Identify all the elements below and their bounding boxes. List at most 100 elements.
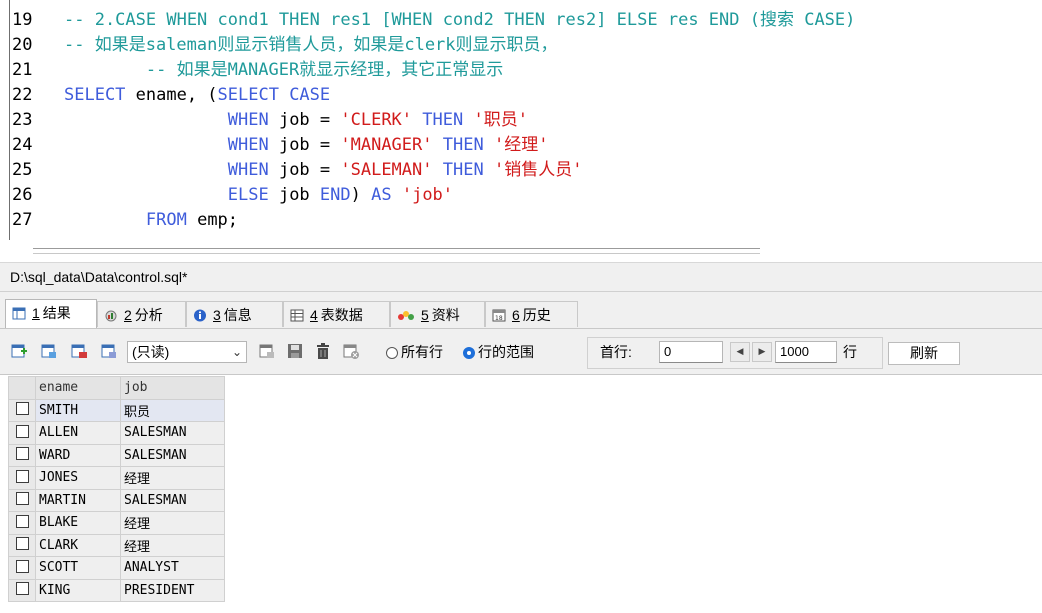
row-checkbox[interactable] [8, 556, 36, 580]
table-row[interactable]: ALLEN SALESMAN [8, 421, 225, 445]
editor-horizontal-scrollbar[interactable] [33, 248, 760, 254]
cell-job[interactable]: SALESMAN [120, 443, 225, 467]
cell-job[interactable]: 经理 [120, 511, 225, 535]
cancel-changes-icon[interactable] [342, 342, 360, 360]
refresh-button[interactable]: 刷新 [888, 342, 960, 365]
row-checkbox[interactable] [8, 466, 36, 490]
cell-job[interactable]: 经理 [120, 466, 225, 490]
next-page-button[interactable]: ▶ [752, 342, 772, 362]
code-token: SELECT CASE [217, 85, 331, 105]
table-row[interactable]: CLARK 经理 [8, 533, 225, 557]
cell-ename[interactable]: SMITH [35, 398, 121, 422]
code-line[interactable]: 27 FROM emp; [12, 208, 238, 233]
code-token: SELECT [64, 85, 126, 105]
table-row[interactable]: SCOTT ANALYST [8, 556, 225, 580]
row-checkbox[interactable] [8, 578, 36, 602]
save-icon[interactable] [286, 342, 304, 360]
row-range-label: 行的范围 [478, 344, 534, 360]
checkbox-icon [15, 402, 29, 416]
tab-profiler-num: 2 [124, 307, 132, 323]
row-checkbox[interactable] [8, 443, 36, 467]
table-row[interactable]: SMITH 职员 [8, 398, 225, 422]
table-row[interactable]: MARTIN SALESMAN [8, 488, 225, 512]
select-all-header[interactable] [8, 376, 36, 400]
result-grid: ename job SMITH 职员 ALLEN SALESMAN WARD SALESM… [8, 376, 225, 602]
first-row-value: 0 [664, 344, 672, 359]
code-token: job = [268, 160, 341, 180]
trash-icon[interactable] [314, 342, 332, 360]
sql-editor[interactable]: 19 -- 2.CASE WHEN cond1 THEN res1 [WHEN c… [0, 0, 1042, 262]
cell-job[interactable]: PRESIDENT [120, 578, 225, 602]
all-rows-label: 所有行 [401, 344, 443, 360]
table-row[interactable]: WARD SALESMAN [8, 443, 225, 467]
code-token: WHEN [227, 160, 269, 180]
code-token: WHEN [227, 110, 269, 130]
result-grid-area: ename job SMITH 职员 ALLEN SALESMAN WARD SALESM… [0, 374, 1042, 613]
row-checkbox[interactable] [8, 488, 36, 512]
cell-ename[interactable]: ALLEN [35, 421, 121, 445]
code-line[interactable]: 22 SELECT ename, (SELECT CASE [12, 83, 330, 108]
checkbox-icon [15, 559, 29, 573]
row-range-radio[interactable]: 行的范围 [463, 342, 534, 362]
row-checkbox[interactable] [8, 511, 36, 535]
cell-job[interactable]: 经理 [120, 533, 225, 557]
editor-divider [0, 256, 1042, 263]
code-line[interactable]: 20 -- 如果是saleman则显示销售人员，如果是clerk则显示职员， [12, 33, 558, 58]
code-line[interactable]: 25 WHEN job = 'SALEMAN' THEN '销售人员' [12, 158, 582, 183]
export-icon[interactable] [258, 342, 276, 360]
refresh-label: 刷新 [910, 345, 938, 361]
column-header-ename[interactable]: ename [35, 376, 121, 400]
tab-profiler[interactable]: 2 分析 [97, 301, 186, 327]
checkbox-icon [15, 447, 29, 461]
cell-ename[interactable]: SCOTT [35, 556, 121, 580]
column-header-job[interactable]: job [120, 376, 225, 400]
first-row-input[interactable]: 0 [659, 341, 723, 363]
all-rows-radio[interactable]: 所有行 [386, 342, 443, 362]
line-number: 24 [12, 135, 33, 155]
code-token: THEN [442, 135, 484, 155]
code-token: '销售人员' [493, 160, 583, 180]
tab-info-data[interactable]: 5 资料 [390, 301, 485, 327]
row-checkbox[interactable] [8, 398, 36, 422]
cell-ename[interactable]: KING [35, 578, 121, 602]
row-checkbox[interactable] [8, 421, 36, 445]
tab-history[interactable]: 18 6 历史 [485, 301, 578, 327]
edit-mode-select[interactable]: (只读) ⌄ [127, 341, 247, 363]
delete-row-icon[interactable] [70, 342, 88, 360]
cell-job[interactable]: SALESMAN [120, 421, 225, 445]
code-line[interactable]: 24 WHEN job = 'MANAGER' THEN '经理' [12, 133, 548, 158]
code-line[interactable]: 26 ELSE job END) AS 'job' [12, 183, 453, 208]
cell-job[interactable]: 职员 [120, 398, 225, 422]
row-checkbox[interactable] [8, 533, 36, 557]
code-token: AS [371, 185, 392, 205]
code-line[interactable]: 19 -- 2.CASE WHEN cond1 THEN res1 [WHEN c… [12, 8, 855, 33]
cell-ename[interactable]: BLAKE [35, 511, 121, 535]
cell-job[interactable]: SALESMAN [120, 488, 225, 512]
cell-ename[interactable]: WARD [35, 443, 121, 467]
code-line[interactable]: 21 -- 如果是MANAGER就显示经理，其它正常显示 [12, 58, 503, 83]
tab-result[interactable]: 1 结果 [5, 299, 97, 328]
table-row[interactable]: KING PRESIDENT [8, 578, 225, 602]
cell-ename[interactable]: CLARK [35, 533, 121, 557]
row-count-input[interactable]: 1000 [775, 341, 837, 363]
table-row[interactable]: JONES 经理 [8, 466, 225, 490]
table-row[interactable]: BLAKE 经理 [8, 511, 225, 535]
tab-info-data-num: 5 [421, 307, 429, 323]
grid-body: SMITH 职员 ALLEN SALESMAN WARD SALESMAN JONES 经理 M… [8, 398, 225, 602]
prev-page-button[interactable]: ◀ [730, 342, 750, 362]
duplicate-row-icon[interactable] [40, 342, 58, 360]
tab-table-data[interactable]: 4 表数据 [283, 301, 390, 327]
code-line[interactable]: 23 WHEN job = 'CLERK' THEN '职员' [12, 108, 528, 133]
cell-ename[interactable]: JONES [35, 466, 121, 490]
checkbox-icon [15, 424, 29, 438]
line-number: 19 [12, 10, 33, 30]
line-number: 20 [12, 35, 33, 55]
tab-info-label: 信息 [223, 307, 252, 323]
cell-ename[interactable]: MARTIN [35, 488, 121, 512]
save-changes-icon[interactable] [100, 342, 118, 360]
cell-job[interactable]: ANALYST [120, 556, 225, 580]
tab-info[interactable]: 3 信息 [186, 301, 283, 327]
code-token: WHEN [227, 135, 269, 155]
add-row-icon[interactable] [10, 342, 28, 360]
